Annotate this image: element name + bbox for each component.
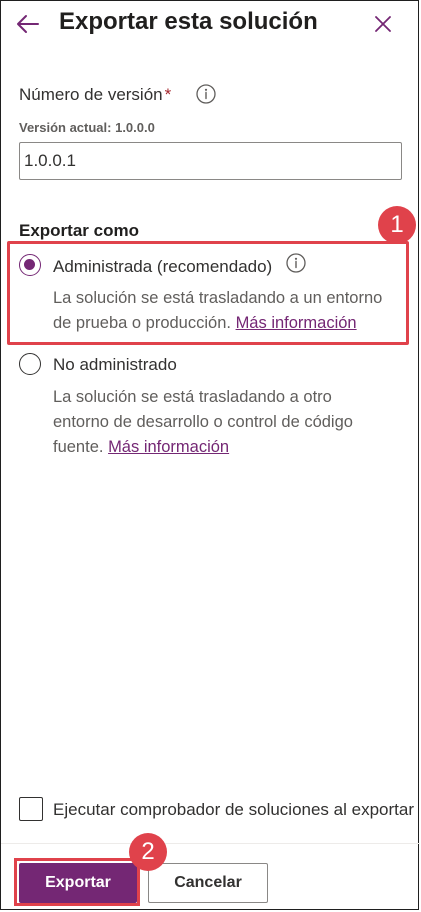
option-unmanaged-label[interactable]: No administrado: [53, 355, 177, 375]
export-solution-panel: Exportar esta solución Número de versión…: [0, 0, 420, 910]
solution-checker-label[interactable]: Ejecutar comprobador de soluciones al ex…: [53, 800, 414, 820]
radio-managed[interactable]: [19, 254, 41, 276]
export-button[interactable]: Exportar: [19, 863, 137, 903]
version-label: Número de versión *: [19, 85, 171, 105]
panel-title: Exportar esta solución: [59, 8, 318, 35]
option-managed-description: La solución se está trasladando a un ent…: [53, 286, 398, 336]
version-input[interactable]: [19, 142, 402, 180]
option-managed-label[interactable]: Administrada (recomendado): [53, 257, 272, 277]
close-icon: [375, 16, 391, 32]
close-button[interactable]: [371, 12, 395, 36]
option-unmanaged-description: La solución se está trasladando a otro e…: [53, 385, 383, 460]
learn-more-link-unmanaged[interactable]: Más información: [108, 438, 229, 456]
arrow-left-icon: [17, 15, 39, 33]
info-icon[interactable]: [285, 252, 307, 274]
solution-checker-checkbox[interactable]: [19, 797, 43, 821]
annotation-badge-1: 1: [378, 206, 416, 244]
back-button[interactable]: [15, 12, 41, 36]
annotation-badge-2: 2: [129, 833, 167, 871]
learn-more-link-managed[interactable]: Más información: [236, 314, 357, 332]
info-icon[interactable]: [195, 83, 217, 105]
export-as-heading: Exportar como: [19, 221, 139, 240]
footer-divider: [1, 843, 420, 844]
current-version: Versión actual: 1.0.0.0: [19, 120, 155, 135]
required-mark: *: [164, 85, 172, 104]
cancel-button[interactable]: Cancelar: [148, 863, 268, 903]
radio-unmanaged[interactable]: [19, 353, 41, 375]
version-label-text: Número de versión: [19, 85, 163, 104]
